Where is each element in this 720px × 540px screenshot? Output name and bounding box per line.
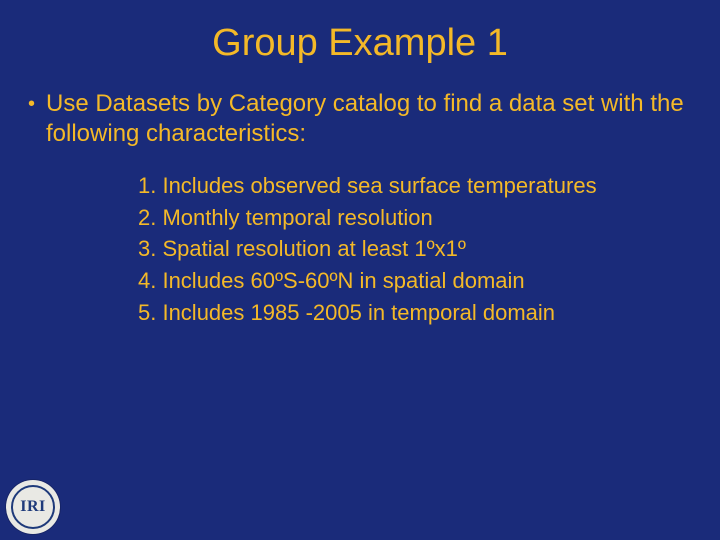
iri-logo-text: IRI [11, 485, 55, 529]
bullet-item: • Use Datasets by Category catalog to fi… [28, 89, 692, 149]
bullet-dot-icon: • [28, 89, 46, 119]
slide-body: • Use Datasets by Category catalog to fi… [0, 65, 720, 327]
list-item: 5. Includes 1985 -2005 in temporal domai… [138, 298, 692, 328]
list-item: 3. Spatial resolution at least 1ºx1º [138, 234, 692, 264]
list-item: 1. Includes observed sea surface tempera… [138, 171, 692, 201]
bullet-text: Use Datasets by Category catalog to find… [46, 89, 692, 149]
slide-title: Group Example 1 [0, 0, 720, 65]
list-item: 4. Includes 60ºS-60ºN in spatial domain [138, 266, 692, 296]
iri-logo: IRI [6, 480, 60, 534]
slide: Group Example 1 • Use Datasets by Catego… [0, 0, 720, 540]
numbered-list: 1. Includes observed sea surface tempera… [28, 171, 692, 327]
list-item: 2. Monthly temporal resolution [138, 203, 692, 233]
